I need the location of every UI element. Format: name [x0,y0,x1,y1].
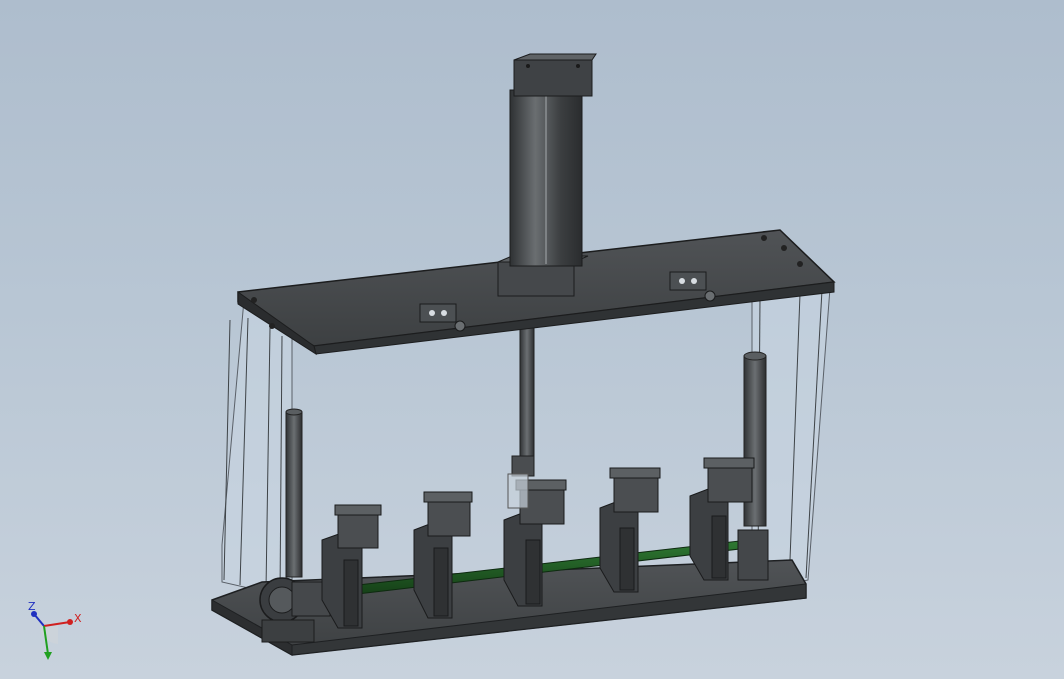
x-axis-line [43,621,71,627]
y-axis-arrow [44,652,52,660]
cad-model-render[interactable] [0,0,1064,679]
triad-sphere [39,626,58,644]
graphics-viewport[interactable]: Z X [0,0,1064,679]
left-guard-panel[interactable] [221,299,293,599]
x-axis-label: X [74,612,82,625]
view-orientation-triad-icon[interactable]: Z X [22,598,102,668]
z-axis-label: Z [28,600,36,613]
x-axis-end [67,619,73,625]
left-guide-post[interactable] [285,408,303,578]
pneumatic-cylinder[interactable] [497,53,597,297]
